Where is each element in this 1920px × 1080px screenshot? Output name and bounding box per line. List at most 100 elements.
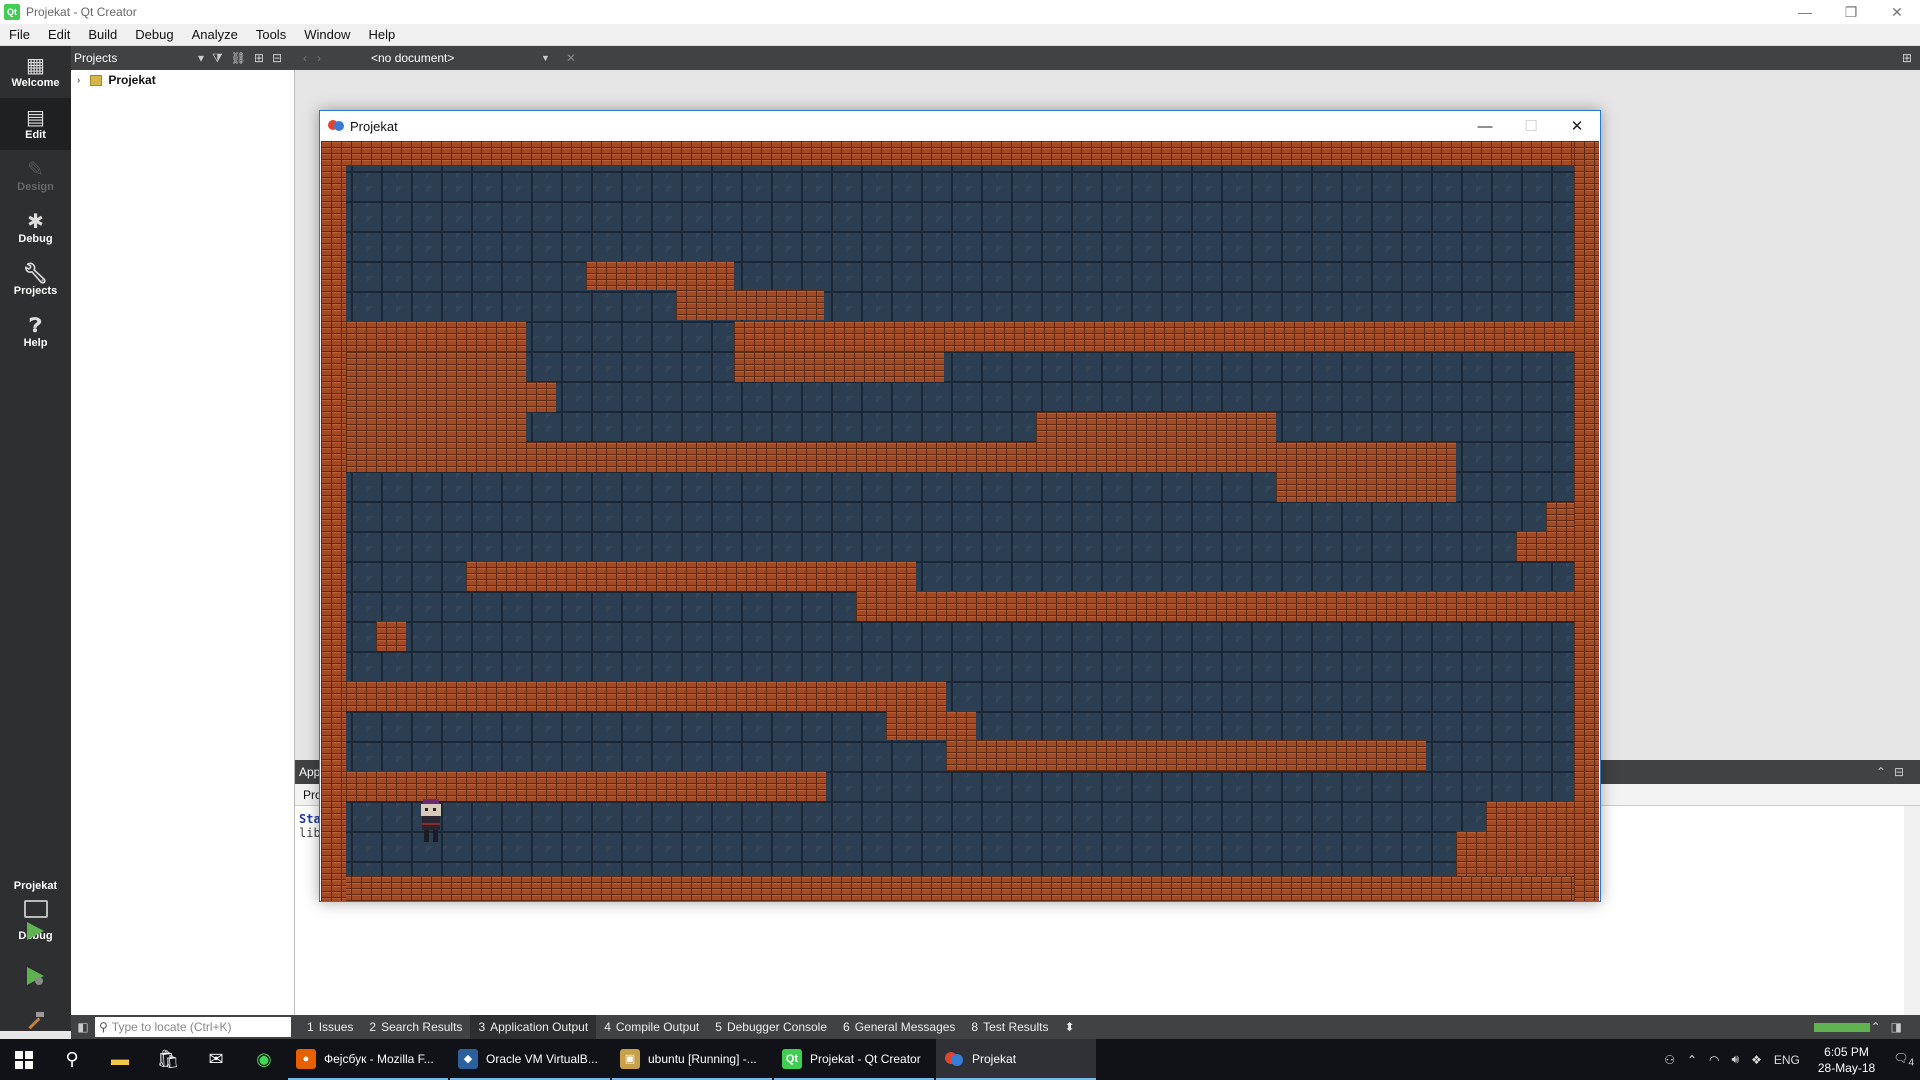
people-icon[interactable]: ⚇ [1664,1053,1675,1067]
taskbar-app-label: ubuntu [Running] -... [648,1051,757,1066]
tab-label: Compile Output [615,1020,700,1034]
game-close-button[interactable]: ✕ [1554,111,1600,141]
taskbar-app-projekat[interactable]: Projekat [936,1039,1096,1080]
mail-icon: ✉ [208,1049,224,1069]
maximize-pane-icon[interactable]: ⌃⊟ [1876,765,1912,779]
game-minimize-button[interactable]: — [1462,111,1508,141]
volume-icon[interactable]: 🔊︎ [1732,1052,1740,1067]
brick-platform [734,352,944,382]
menu-file[interactable]: File [0,27,39,42]
taskbar-app-label: Фејсбук - Mozilla F... [324,1051,434,1066]
link-icon[interactable]: ⛓ [231,51,246,65]
windows-logo-icon [15,1050,33,1069]
tab-compile-output[interactable]: 4 Compile Output [596,1015,707,1039]
notification-center-icon[interactable]: 🗨︎4 [1893,1051,1914,1068]
tab-test-results[interactable]: 8 Test Results [963,1015,1056,1039]
tab-issues[interactable]: 1 Issues [299,1015,361,1039]
menu-window[interactable]: Window [295,27,359,42]
taskbar-app-ubuntu-vm[interactable]: ▣ ubuntu [Running] -... [612,1039,772,1080]
clock[interactable]: 6:05 PM 28-May-18 [1818,1044,1875,1076]
close-button[interactable]: ✕ [1874,0,1920,24]
tab-label: General Messages [854,1020,956,1034]
menu-debug[interactable]: Debug [126,27,182,42]
help-icon: ❓︎ [29,315,42,337]
close-document-icon[interactable]: ✕ [566,51,576,65]
brick-platform [346,412,526,442]
menu-help[interactable]: Help [359,27,404,42]
bug-icon: ✱ [27,211,44,233]
filter-icon[interactable]: ⧩ [212,51,223,66]
window-title: Projekat - Qt Creator [26,5,137,19]
mode-label: Welcome [11,77,60,89]
chevron-down-icon[interactable]: ▾ [198,51,204,65]
project-tree: › Projekat [71,70,295,1015]
mode-debug[interactable]: ✱ Debug [0,202,71,254]
chevron-up-icon[interactable]: ⌃ [1687,1053,1697,1067]
window-controls: — ❐ ✕ [1782,0,1920,24]
network-icon[interactable]: ◠ [1709,1053,1719,1067]
minimize-button[interactable]: — [1782,0,1828,24]
taskbar-app-qt-creator[interactable]: Qt Projekat - Qt Creator [774,1039,934,1080]
tab-general-messages[interactable]: 6 General Messages [835,1015,963,1039]
debug-run-button[interactable] [20,961,50,991]
store-icon: 🛍︎ [156,1049,180,1069]
toggle-output-icon[interactable]: ⌃◨ [1871,1020,1912,1034]
mode-edit[interactable]: ▤ Edit [0,98,71,150]
mode-label: Projects [13,285,58,297]
run-button[interactable] [20,916,50,946]
search-icon: ⚲ [65,1049,79,1069]
split-icon[interactable]: ⊞ [254,51,264,65]
mode-design[interactable]: ✎ Design [0,150,71,202]
back-forward-icon[interactable]: ‹› [303,51,331,65]
menu-tools[interactable]: Tools [247,27,295,42]
mode-label: Edit [25,129,46,141]
language-indicator[interactable]: ENG [1774,1053,1800,1067]
whatsapp-button[interactable]: ◉ [240,1039,288,1080]
notification-count: 4 [1908,1057,1914,1069]
chevron-right-icon[interactable]: › [77,75,80,86]
tab-debugger-console[interactable]: 5 Debugger Console [707,1015,835,1039]
view-combo[interactable]: Projects [74,51,194,65]
taskbar-app-firefox[interactable]: ● Фејсбук - Mozilla F... [288,1039,448,1080]
game-maximize-button[interactable]: ☐ [1508,111,1554,141]
document-combo[interactable]: <no document> [371,51,541,65]
close-pane-icon[interactable]: ⊟ [272,51,282,65]
tab-application-output[interactable]: 3 Application Output [470,1015,597,1039]
menu-edit[interactable]: Edit [39,27,79,42]
split-editor-icon[interactable]: ⊞ [1902,51,1912,65]
mail-button[interactable]: ✉ [192,1039,240,1080]
mode-welcome[interactable]: ▦ Welcome [0,46,71,98]
search-icon: ⚲ [99,1020,108,1034]
mode-selector: ▦ Welcome ▤ Edit ✎ Design ✱ Debug 🔧︎ Pro… [0,46,71,1031]
file-explorer-button[interactable]: ▬ [96,1039,144,1080]
chevron-down-icon[interactable]: ▼ [541,53,550,63]
toggle-sidebar-icon[interactable]: ◧ [71,1020,95,1034]
tree-item-project[interactable]: › Projekat [71,70,294,90]
firefox-icon: ● [296,1048,316,1069]
scrollbar[interactable] [1904,806,1920,1015]
edit-doc-icon: ▤ [26,107,45,129]
restore-button[interactable]: ❐ [1828,0,1874,24]
tab-search-results[interactable]: 2 Search Results [361,1015,470,1039]
store-button[interactable]: 🛍︎ [144,1039,192,1080]
dropbox-icon[interactable]: ❖ [1751,1053,1762,1067]
mode-help[interactable]: ❓︎ Help [0,306,71,358]
brick-platform [346,442,1456,472]
editor-toolbar: ‹› <no document> ▼ ✕ ⊞ [295,46,1920,70]
locator-input[interactable]: ⚲ Type to locate (Ctrl+K) [95,1017,291,1037]
more-tabs-icon[interactable]: ⬍ [1056,1015,1082,1039]
start-button[interactable] [0,1039,48,1080]
run-icon [27,922,44,940]
game-canvas[interactable] [321,141,1599,901]
taskbar-app-virtualbox[interactable]: ◆ Oracle VM VirtualB... [450,1039,610,1080]
search-button[interactable]: ⚲ [48,1039,96,1080]
mode-projects[interactable]: 🔧︎ Projects [0,254,71,306]
brick-platform [856,591,1574,621]
menu-analyze[interactable]: Analyze [183,27,247,42]
brick-platform [1546,502,1574,531]
brick-platform [1276,472,1456,502]
brick-platform [346,771,826,801]
build-progress-bar[interactable] [1814,1023,1870,1032]
build-button[interactable] [20,1006,50,1036]
menu-build[interactable]: Build [79,27,126,42]
